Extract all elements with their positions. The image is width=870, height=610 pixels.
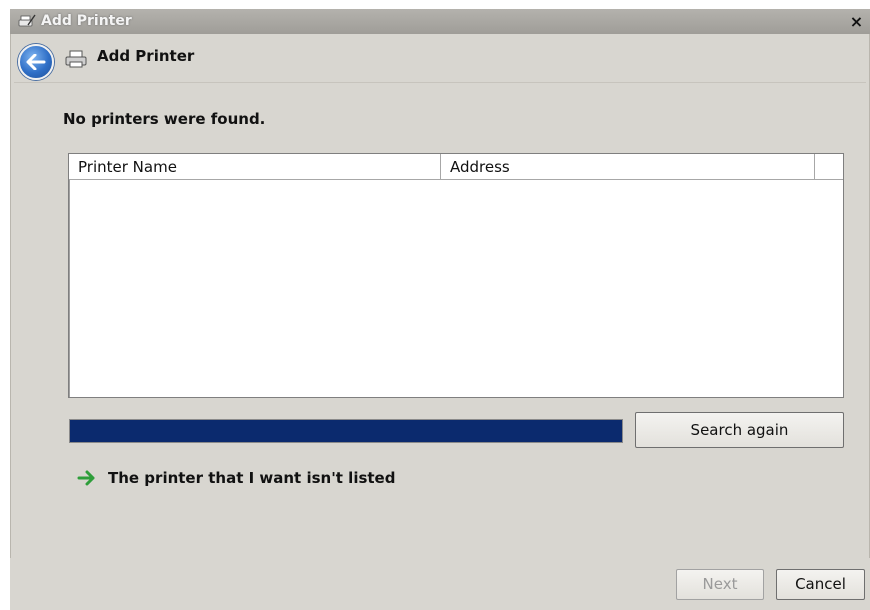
printer-not-listed-label: The printer that I want isn't listed — [108, 469, 396, 487]
cancel-button[interactable]: Cancel — [776, 569, 865, 600]
back-arrow-icon — [26, 54, 46, 70]
next-button[interactable]: Next — [676, 569, 764, 600]
printer-icon — [65, 50, 87, 68]
status-message: No printers were found. — [63, 110, 266, 128]
window-title: Add Printer — [41, 13, 132, 29]
column-header-address[interactable]: Address — [441, 154, 815, 180]
close-button[interactable]: × — [847, 12, 866, 31]
printer-wand-icon — [18, 14, 36, 27]
list-header: Printer Name Address — [69, 154, 843, 182]
column-header-filler — [815, 154, 843, 180]
column-header-printer-name[interactable]: Printer Name — [69, 154, 441, 180]
add-printer-window: Add Printer × Add Printer No printers we… — [10, 9, 870, 610]
printer-not-listed-link[interactable]: The printer that I want isn't listed — [77, 469, 395, 487]
search-again-button[interactable]: Search again — [635, 412, 844, 448]
printer-list[interactable]: Printer Name Address — [68, 153, 844, 398]
progress-fill — [70, 420, 622, 442]
green-arrow-icon — [77, 470, 95, 486]
search-progress-bar — [69, 419, 623, 443]
back-button[interactable] — [18, 44, 54, 80]
page-title: Add Printer — [97, 47, 195, 65]
title-bar[interactable]: Add Printer × — [10, 9, 870, 34]
